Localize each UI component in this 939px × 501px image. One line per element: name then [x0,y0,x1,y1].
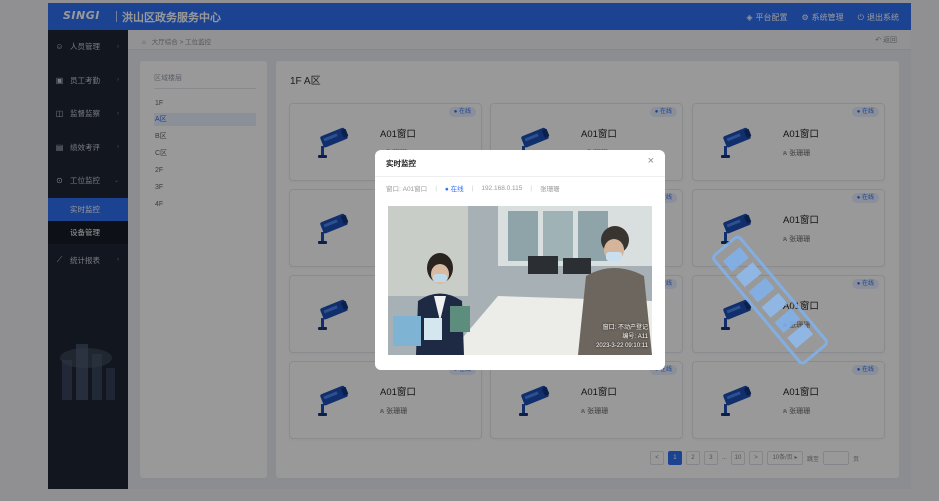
video-number-line: 编号: A11 [622,334,648,340]
live-video-feed[interactable]: 窗口: 不动产登记 编号: A11 2023-3-22 09:10:11 [388,206,652,355]
status-badge: ● 在线 [444,186,464,193]
info-divider: | [530,184,533,192]
modal-divider [375,176,665,177]
info-divider: | [435,184,437,192]
video-window-line: 窗口: 不动产登记 [602,325,648,331]
ip-address: 192.168.0.115 [481,184,523,192]
video-overlay-text: 窗口: 不动产登记 编号: A11 2023-3-22 09:10:11 [596,324,648,351]
live-monitor-modal: 实时监控 × 窗口: A01窗口 | ● 在线 | 192.168.0.115 … [375,150,665,370]
modal-info-row: 窗口: A01窗口 | ● 在线 | 192.168.0.115 | 张珊珊 [386,183,560,194]
staff-name: 张珊珊 [540,186,560,193]
video-timestamp: 2023-3-22 09:10:11 [596,343,648,349]
window-label: 窗口: A01窗口 [386,186,428,193]
modal-title: 实时监控 [386,159,416,168]
close-icon[interactable]: × [648,155,654,167]
info-divider: | [471,184,474,192]
